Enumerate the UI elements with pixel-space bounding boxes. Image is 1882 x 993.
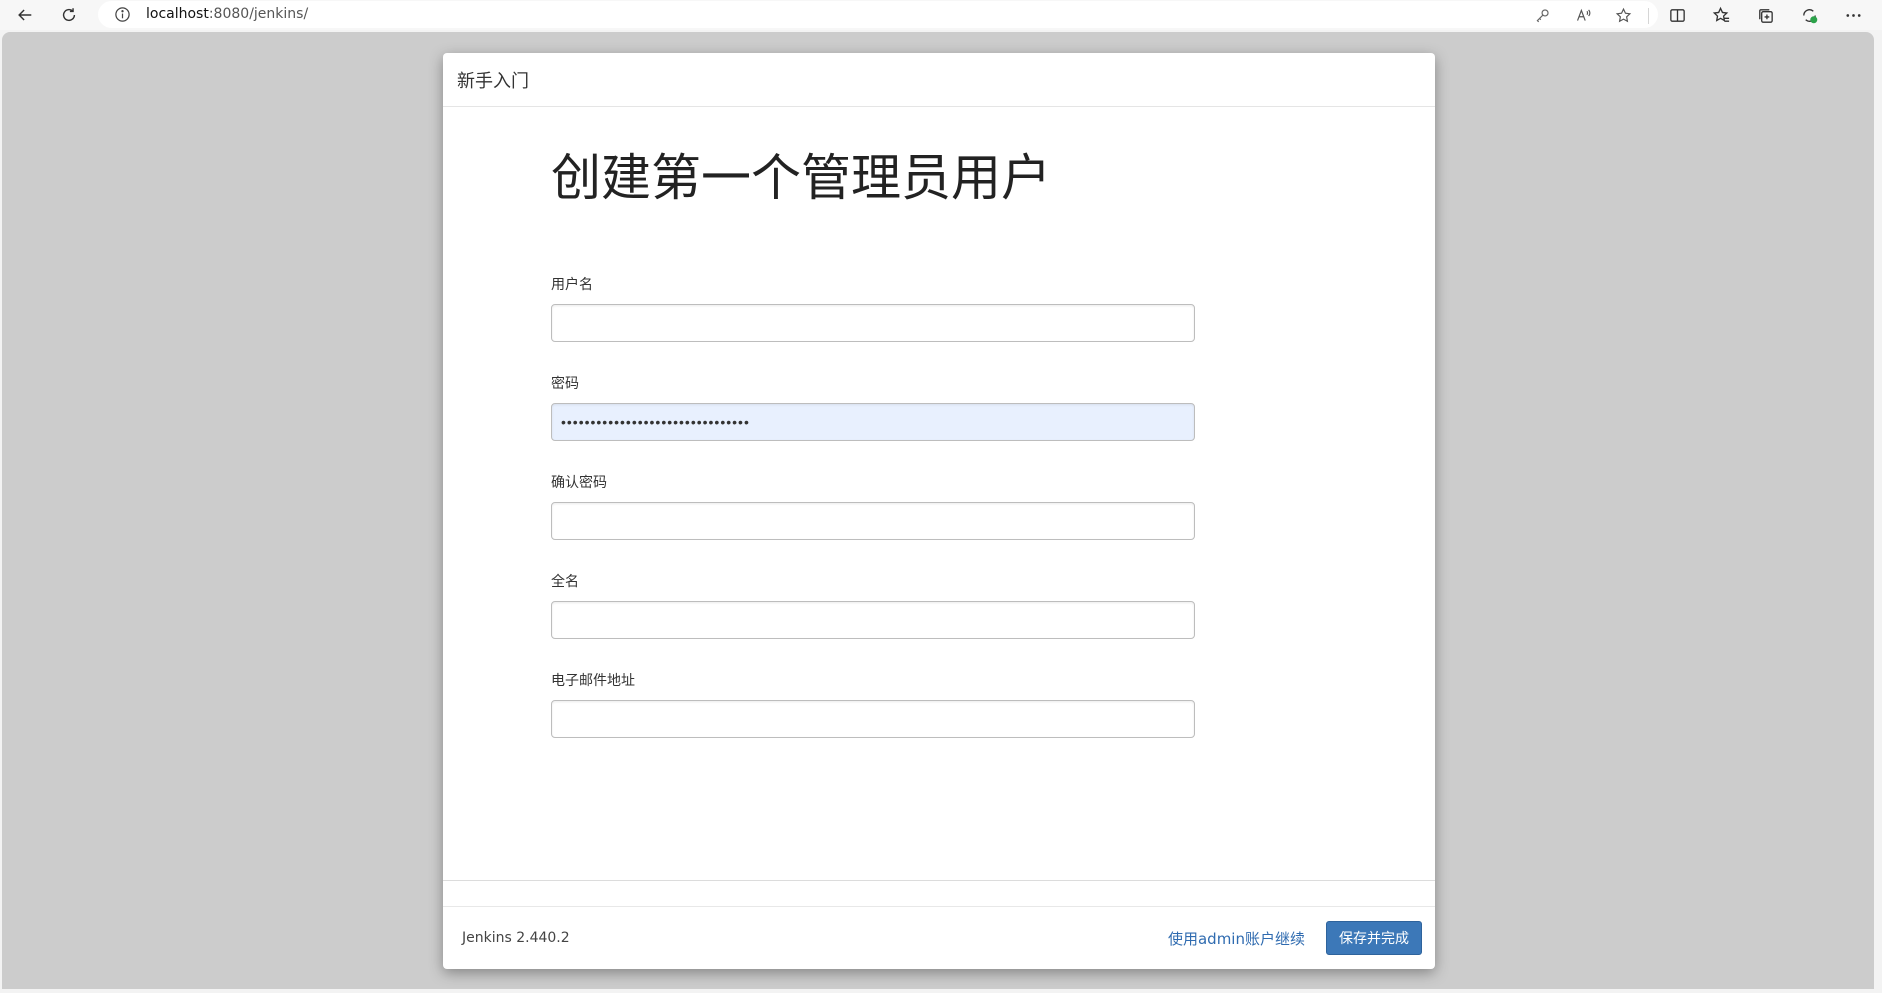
more-icon[interactable] xyxy=(1841,3,1865,27)
page-title: 创建第一个管理员用户 xyxy=(551,149,1051,207)
password-input[interactable] xyxy=(551,403,1195,441)
dialog-footer: Jenkins 2.440.2 使用admin账户继续 保存并完成 xyxy=(443,907,1435,969)
dialog-title: 新手入门 xyxy=(457,70,529,92)
refresh-icon[interactable] xyxy=(55,2,83,28)
url-host: localhost xyxy=(146,6,209,22)
url-path: :8080/jenkins/ xyxy=(208,6,309,22)
fullname-input[interactable] xyxy=(551,601,1195,639)
password-label: 密码 xyxy=(551,376,579,392)
read-aloud-icon[interactable] xyxy=(1573,5,1593,25)
toolbar-separator xyxy=(1648,8,1649,24)
save-and-finish-button[interactable]: 保存并完成 xyxy=(1326,921,1422,955)
url-text[interactable]: localhost:8080/jenkins/ xyxy=(146,6,308,22)
footer-divider xyxy=(443,880,1435,881)
dialog-body: 创建第一个管理员用户 用户名 密码 确认密码 全名 电子邮件地址 xyxy=(443,108,1435,878)
info-icon[interactable] xyxy=(114,6,131,23)
extensions-icon[interactable] xyxy=(1797,3,1821,27)
username-label: 用户名 xyxy=(551,277,593,293)
continue-as-admin-link[interactable]: 使用admin账户继续 xyxy=(1168,928,1305,949)
browser-toolbar: localhost:8080/jenkins/ xyxy=(0,0,1882,30)
split-screen-icon[interactable] xyxy=(1665,3,1689,27)
jenkins-version: Jenkins 2.440.2 xyxy=(462,930,570,946)
fullname-label: 全名 xyxy=(551,574,579,590)
address-bar[interactable]: localhost:8080/jenkins/ xyxy=(98,1,1658,28)
email-input[interactable] xyxy=(551,700,1195,738)
confirm-password-input[interactable] xyxy=(551,502,1195,540)
setup-wizard-dialog: 新手入门 创建第一个管理员用户 用户名 密码 确认密码 全名 电子邮件地址 Je… xyxy=(443,53,1435,969)
email-label: 电子邮件地址 xyxy=(551,673,635,689)
collections-icon[interactable] xyxy=(1753,3,1777,27)
star-icon[interactable] xyxy=(1613,5,1633,25)
confirm-password-label: 确认密码 xyxy=(551,475,607,491)
favorites-icon[interactable] xyxy=(1709,3,1733,27)
back-arrow-icon[interactable] xyxy=(11,2,39,28)
page-viewport: 新手入门 创建第一个管理员用户 用户名 密码 确认密码 全名 电子邮件地址 Je… xyxy=(2,32,1874,989)
dialog-header: 新手入门 xyxy=(443,53,1435,107)
key-icon[interactable] xyxy=(1532,5,1552,25)
username-input[interactable] xyxy=(551,304,1195,342)
